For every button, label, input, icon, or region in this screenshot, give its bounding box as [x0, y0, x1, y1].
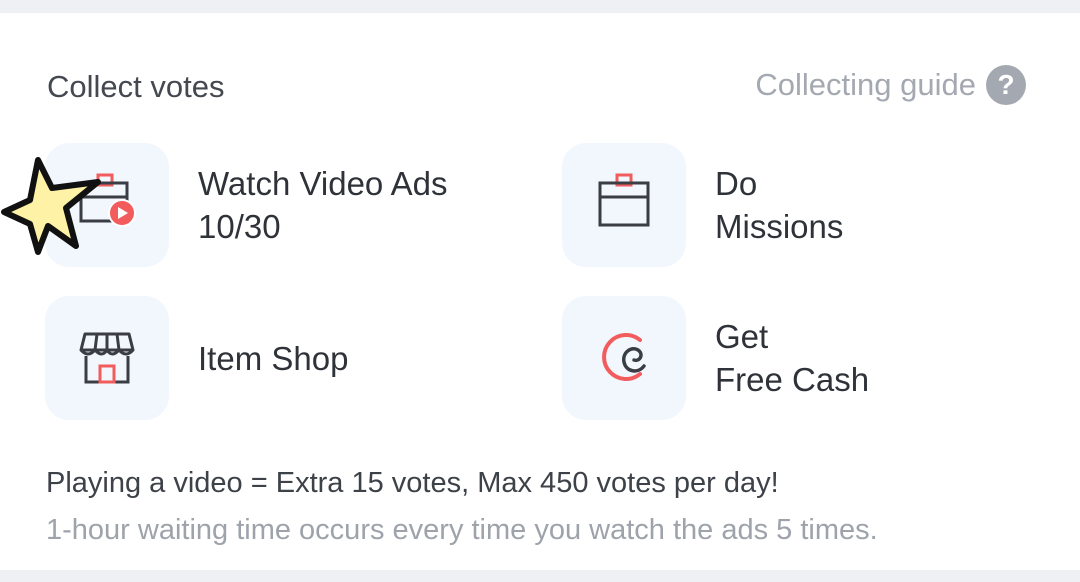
item-shop-title: Item Shop	[198, 339, 349, 377]
collect-votes-card: Collect votes Collecting guide ? Watch V…	[0, 13, 1080, 570]
get-free-cash-line1: Get	[715, 318, 769, 355]
missions-tile	[562, 143, 686, 267]
get-free-cash-button[interactable]: Get Free Cash	[562, 296, 869, 420]
star-icon	[1, 157, 101, 255]
do-missions-button[interactable]: Do Missions	[562, 143, 843, 267]
item-shop-label: Item Shop	[198, 337, 348, 380]
section-title: Collect votes	[47, 69, 225, 104]
free-cash-tile	[562, 296, 686, 420]
watch-video-ads-label: Watch Video Ads 10/30	[198, 162, 447, 248]
get-free-cash-line2: Free Cash	[715, 361, 870, 398]
do-missions-line1: Do	[715, 165, 758, 202]
waiting-time-notice: 1-hour waiting time occurs every time yo…	[46, 514, 878, 546]
question-circle-icon: ?	[986, 65, 1026, 105]
item-shop-tile	[45, 296, 169, 420]
video-bonus-notice: Playing a video = Extra 15 votes, Max 45…	[46, 467, 779, 499]
collecting-guide-link[interactable]: Collecting guide ?	[755, 65, 1026, 105]
collecting-guide-label: Collecting guide	[755, 67, 976, 102]
cash-coin-icon	[602, 333, 646, 381]
item-shop-button[interactable]: Item Shop	[45, 296, 348, 420]
get-free-cash-label: Get Free Cash	[715, 315, 869, 401]
storefront-icon	[79, 332, 135, 384]
watch-video-ads-title: Watch Video Ads	[198, 165, 448, 202]
calendar-icon	[598, 173, 650, 227]
do-missions-line2: Missions	[715, 208, 844, 245]
watch-video-ads-count: 10/30	[198, 208, 281, 245]
do-missions-label: Do Missions	[715, 162, 843, 248]
